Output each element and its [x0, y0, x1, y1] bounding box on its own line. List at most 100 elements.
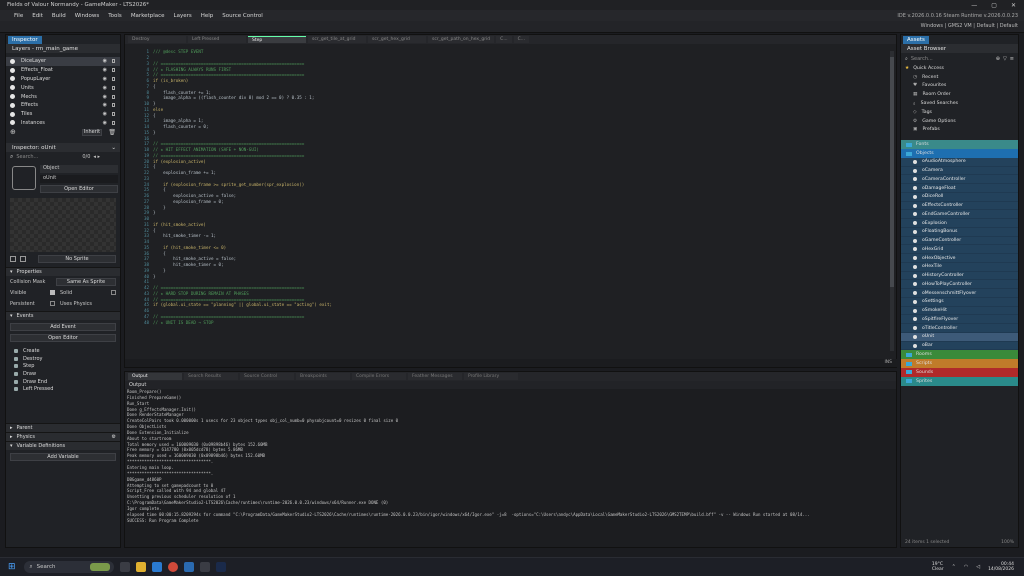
- menu-marketplace[interactable]: Marketplace: [131, 13, 165, 19]
- menu-help[interactable]: Help: [201, 13, 214, 19]
- object-item[interactable]: oAudioAtmosphere: [901, 157, 1018, 167]
- volume-icon[interactable]: ◁: [976, 564, 980, 570]
- maximize-button[interactable]: ▢: [991, 2, 997, 9]
- sprite-edit-icon[interactable]: [20, 256, 26, 263]
- object-item[interactable]: oMessenschmittFlyover: [901, 289, 1018, 298]
- sprite-icon[interactable]: [10, 256, 16, 263]
- object-item[interactable]: oExplosion: [901, 219, 1018, 228]
- lock-icon[interactable]: [112, 94, 115, 99]
- event-left-pressed[interactable]: Left Pressed: [6, 385, 120, 393]
- lock-icon[interactable]: [112, 68, 115, 73]
- nav-arrows-icon[interactable]: ◂ ▸: [93, 154, 100, 160]
- menu-source-control[interactable]: Source Control: [222, 13, 263, 19]
- menu-tools[interactable]: Tools: [108, 13, 122, 19]
- object-item[interactable]: oTitleController: [901, 324, 1018, 333]
- folder-rooms[interactable]: Rooms: [901, 350, 1018, 360]
- tab-compile-errors[interactable]: Compile Errors: [352, 373, 406, 380]
- lock-icon[interactable]: [112, 76, 115, 81]
- windows-start-icon[interactable]: ⊞: [8, 562, 16, 572]
- object-item[interactable]: oHexGrid: [901, 245, 1018, 255]
- object-item[interactable]: oSettings: [901, 297, 1018, 307]
- object-item[interactable]: oSmokeHit: [901, 306, 1018, 316]
- eye-icon[interactable]: ◉: [103, 58, 107, 64]
- events-section[interactable]: ▾ Events: [6, 311, 120, 321]
- visible-checkbox[interactable]: [50, 290, 55, 296]
- eye-icon[interactable]: ◉: [103, 120, 107, 126]
- object-item[interactable]: oCameraController: [901, 175, 1018, 185]
- event-destroy[interactable]: Destroy: [6, 355, 120, 363]
- eye-icon[interactable]: ◉: [103, 94, 107, 100]
- search-input[interactable]: Search...: [16, 154, 38, 160]
- eye-icon[interactable]: ◉: [103, 85, 107, 91]
- object-item[interactable]: oHistoryController: [901, 271, 1018, 281]
- code-area[interactable]: 1 /// @desc STEP EVENT 2 3 // ==============…: [125, 49, 885, 355]
- object-item[interactable]: oEffectsController: [901, 201, 1018, 211]
- object-item[interactable]: oEndGameController: [901, 210, 1018, 220]
- menu-file[interactable]: File: [14, 13, 23, 19]
- folder-fonts[interactable]: Fonts: [901, 140, 1018, 150]
- tab-script-3[interactable]: scr_get_path_on_hex_grid: [428, 36, 495, 43]
- close-button[interactable]: ✕: [1011, 2, 1016, 9]
- steam-icon[interactable]: [183, 562, 194, 572]
- event-create[interactable]: Create: [6, 347, 120, 355]
- tab-script-1[interactable]: scr_get_tile_at_grid: [308, 36, 366, 43]
- tab-script-2[interactable]: scr_get_hex_grid: [368, 36, 426, 43]
- persistent-checkbox[interactable]: [50, 301, 55, 307]
- event-step[interactable]: Step: [6, 363, 120, 371]
- quick-saved-searches[interactable]: ⌕ Saved Searches: [901, 99, 1018, 108]
- tab-breakpoints[interactable]: Breakpoints: [296, 373, 350, 380]
- photoshop-icon[interactable]: [215, 562, 226, 572]
- layer-item[interactable]: DiceLayer ◉: [6, 57, 120, 66]
- tab-script-4[interactable]: C...: [496, 36, 512, 43]
- open-editor-events-button[interactable]: Open Editor: [10, 334, 116, 343]
- taskbar-search[interactable]: ⌕ Search: [23, 561, 114, 573]
- eye-icon[interactable]: ◉: [103, 111, 107, 117]
- object-item[interactable]: oBar: [901, 341, 1018, 351]
- object-item[interactable]: oDamageFloat: [901, 184, 1018, 193]
- add-event-button[interactable]: Add Event: [10, 323, 116, 332]
- open-editor-button[interactable]: Open Editor: [40, 185, 118, 194]
- parent-section[interactable]: ▸ Parent: [6, 422, 120, 432]
- folder-objects[interactable]: Objects: [901, 149, 1018, 158]
- inherit-button[interactable]: Inherit: [82, 128, 102, 136]
- event-draw-end[interactable]: Draw End: [6, 378, 120, 386]
- solid-checkbox[interactable]: [111, 290, 116, 296]
- gear-icon[interactable]: ⚙: [112, 434, 116, 440]
- minimize-button[interactable]: —: [971, 2, 977, 9]
- quick-game-options[interactable]: ⚙ Game Options: [901, 117, 1018, 126]
- quick-recent[interactable]: ◷ Recent: [901, 73, 1018, 82]
- lock-icon[interactable]: [112, 112, 115, 117]
- layer-item[interactable]: PopupLayer ◉: [6, 75, 120, 84]
- scrollbar-thumb[interactable]: [890, 57, 894, 287]
- add-icon[interactable]: ⊕: [996, 56, 1000, 62]
- chevron-up-icon[interactable]: ⌃: [952, 564, 956, 570]
- lock-icon[interactable]: [112, 85, 115, 90]
- delete-icon[interactable]: 🗑: [108, 129, 116, 136]
- filter-icon[interactable]: ▽: [1003, 56, 1007, 62]
- quick-tags[interactable]: ◇ Tags: [901, 108, 1018, 117]
- clock[interactable]: 00:44 14/08/2026: [988, 562, 1014, 572]
- object-item[interactable]: oCamera: [901, 166, 1018, 176]
- chrome-icon[interactable]: [167, 562, 178, 572]
- layer-item[interactable]: Effects_Float ◉: [6, 66, 120, 75]
- quick-room-order[interactable]: ▦ Room Order: [901, 90, 1018, 99]
- chevron-down-icon[interactable]: ⌄: [111, 145, 116, 151]
- eye-icon[interactable]: ◉: [103, 67, 107, 73]
- sprite-select[interactable]: No Sprite: [38, 255, 116, 264]
- layer-item[interactable]: Tiles ◉: [6, 110, 120, 119]
- object-item[interactable]: oHexObjective: [901, 254, 1018, 263]
- object-name-field[interactable]: oUnit: [40, 175, 118, 184]
- object-item[interactable]: oUnit: [901, 332, 1018, 342]
- tab-feather-messages[interactable]: Feather Messages: [408, 373, 462, 380]
- object-item[interactable]: oHowToPlayController: [901, 280, 1018, 290]
- folder-sounds[interactable]: Sounds: [901, 368, 1018, 377]
- menu-icon[interactable]: ≡: [1010, 56, 1014, 62]
- tab-search-results[interactable]: Search Results: [184, 373, 238, 380]
- layer-item[interactable]: Units ◉: [6, 83, 120, 92]
- collision-mask-select[interactable]: Same As Sprite: [56, 277, 116, 286]
- lock-icon[interactable]: [112, 59, 115, 64]
- properties-section[interactable]: ▾ Properties: [6, 267, 120, 277]
- tab-source-control[interactable]: Source Control: [240, 373, 294, 380]
- weather[interactable]: 19°C Clear: [932, 562, 944, 572]
- menu-build[interactable]: Build: [52, 13, 66, 19]
